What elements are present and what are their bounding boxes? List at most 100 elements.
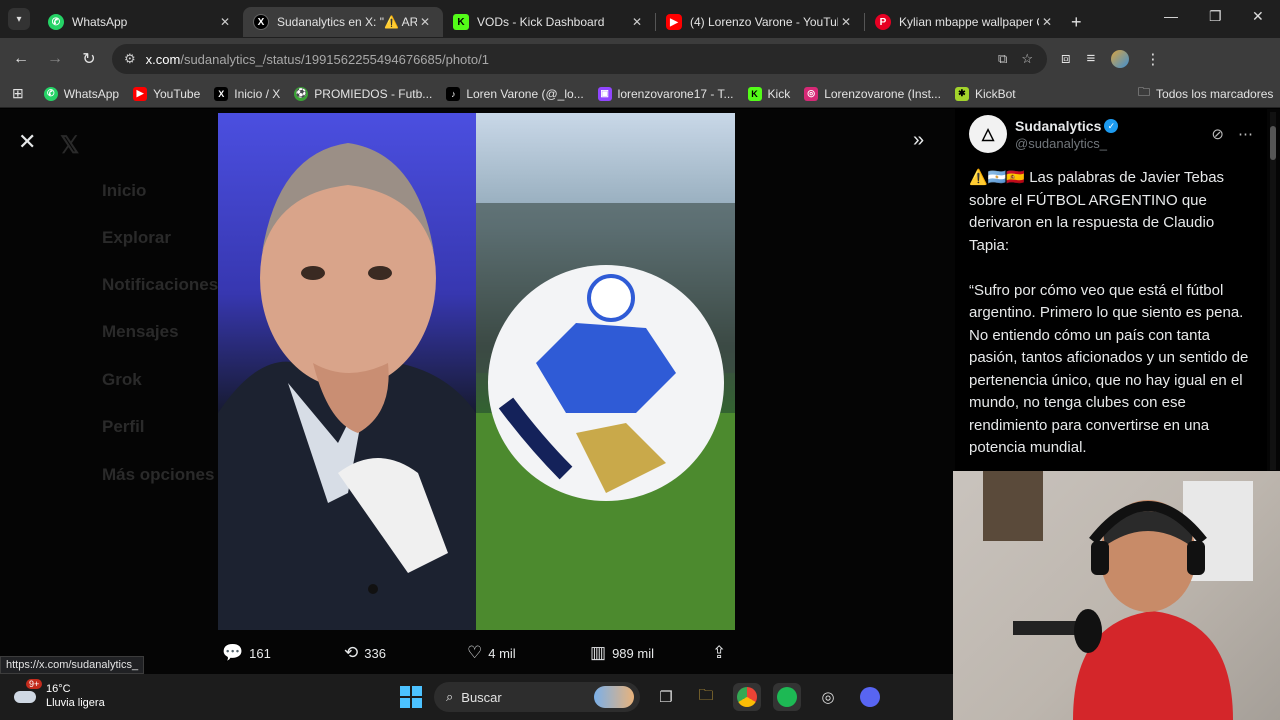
close-window-icon[interactable]: ✕ <box>1252 8 1264 25</box>
bg-nav-explore: Explorar <box>102 228 171 247</box>
whatsapp-icon: ✆ <box>43 86 58 101</box>
install-app-icon[interactable]: ⧉ <box>998 51 1007 67</box>
close-photo-icon[interactable]: ✕ <box>18 129 36 155</box>
repost-button[interactable]: ⟲ 336 <box>344 643 386 663</box>
x-logo-icon: 𝕏 <box>60 132 80 159</box>
taskbar-search[interactable]: ⌕ Buscar <box>434 682 640 712</box>
menu-kebab-icon[interactable]: ⋮ <box>1145 50 1160 68</box>
more-options-icon[interactable]: ⋯ <box>1238 125 1253 143</box>
youtube-icon: ▶ <box>666 14 682 30</box>
bookmark-youtube[interactable]: ▶ YouTube <box>133 86 201 101</box>
obs-icon[interactable]: ◎ <box>814 683 842 711</box>
bookmark-label: PROMIEDOS - Futb... <box>314 86 433 101</box>
bookmark-whatsapp[interactable]: ✆ WhatsApp <box>43 86 119 101</box>
address-bar[interactable]: ⚙ x.com/sudanalytics_/status/19915622554… <box>112 44 1047 74</box>
like-count: 4 mil <box>488 645 516 661</box>
tab-pinterest[interactable]: P Kylian mbappe wallpaper Q ✕ <box>865 7 1065 37</box>
bg-nav-profile: Perfil <box>102 417 145 436</box>
scrollbar-thumb[interactable] <box>1270 126 1276 160</box>
taskbar: 9+ 16°C Lluvia ligera ⌕ Buscar ❐ 🗀 ◎ <box>0 674 953 720</box>
tweet-photo[interactable] <box>218 113 735 630</box>
weather-widget[interactable]: 9+ 16°C Lluvia ligera <box>14 679 105 710</box>
bookmark-twitch[interactable]: ▣ lorenzovarone17 - T... <box>597 86 734 101</box>
close-tab-icon[interactable]: ✕ <box>629 15 645 29</box>
apps-grid-icon[interactable]: ⊞ <box>12 85 24 102</box>
task-view-icon[interactable]: ❐ <box>652 683 680 711</box>
tiktok-icon: ♪ <box>446 86 461 101</box>
bookmark-label: YouTube <box>153 86 201 101</box>
weather-badge: 9+ <box>26 679 43 689</box>
photo-person-half <box>218 113 476 630</box>
spotify-icon[interactable] <box>773 683 801 711</box>
weather-desc: Lluvia ligera <box>46 697 105 709</box>
bg-nav-notifications: Notificaciones <box>102 275 219 294</box>
all-bookmarks-button[interactable]: 🗀 Todos los marcadores <box>1138 83 1273 104</box>
bookmark-instagram[interactable]: ◎ Lorenzovarone (Inst... <box>804 86 941 101</box>
instagram-icon: ◎ <box>804 86 819 101</box>
twitch-icon: ▣ <box>597 86 612 101</box>
minimize-icon[interactable]: — <box>1164 8 1178 24</box>
tab-search-button[interactable]: ▾ <box>8 8 30 30</box>
tab-whatsapp[interactable]: ✆ WhatsApp ✕ <box>38 7 243 37</box>
reload-icon[interactable]: ↻ <box>72 49 106 69</box>
windows-start-icon[interactable] <box>400 686 422 708</box>
x-icon: X <box>214 86 229 101</box>
extensions-icon[interactable]: ⧈ <box>1061 50 1071 68</box>
bg-nav-more: Más opciones <box>102 465 215 484</box>
tab-kick-dashboard[interactable]: K VODs - Kick Dashboard ✕ <box>443 7 655 37</box>
share-button[interactable]: ⇪ <box>712 643 732 663</box>
like-button[interactable]: ♡ 4 mil <box>467 643 516 663</box>
browser-toolbar: ← → ↻ ⚙ x.com/sudanalytics_/status/19915… <box>0 38 1280 80</box>
bookmark-tiktok[interactable]: ♪ Loren Varone (@_lo... <box>446 86 584 101</box>
close-tab-icon[interactable]: ✕ <box>417 15 433 29</box>
person-illustration <box>218 143 476 630</box>
avatar[interactable]: △ <box>969 115 1007 153</box>
media-controls-icon[interactable]: ≡ <box>1087 50 1096 68</box>
verified-badge-icon: ✓ <box>1104 119 1119 134</box>
all-bookmarks-label: Todos los marcadores <box>1156 86 1274 101</box>
repost-count: 336 <box>364 645 386 661</box>
bookmark-label: KickBot <box>974 86 1016 101</box>
webcam-overlay <box>953 471 1280 720</box>
profile-avatar-icon[interactable] <box>1111 50 1130 68</box>
discord-icon[interactable] <box>856 683 884 711</box>
bg-nav-home: Inicio <box>102 181 147 200</box>
reply-button[interactable]: 💬 161 <box>222 643 271 663</box>
bookmark-label: Inicio / X <box>234 86 281 101</box>
chrome-icon[interactable] <box>733 683 761 711</box>
bookmark-kick[interactable]: K Kick <box>747 86 790 101</box>
bookmark-label: lorenzovarone17 - T... <box>617 86 734 101</box>
soccer-ball-illustration <box>476 203 735 630</box>
tweet-panel: △ Sudanalytics ✓ @sudanalytics_ ⊘ ⋯ ⚠️🇦🇷🇪… <box>955 109 1267 471</box>
forward-icon[interactable]: → <box>38 50 72 68</box>
tab-title: Sudanalytics en X: "⚠️ ARES L <box>277 15 417 29</box>
tab-title: WhatsApp <box>72 15 128 29</box>
link-hover-status: https://x.com/sudanalytics_ <box>0 656 145 674</box>
bookmark-kickbot[interactable]: ✱ KickBot <box>954 86 1016 101</box>
search-placeholder: Buscar <box>461 689 502 705</box>
author-handle[interactable]: @sudanalytics_ <box>1015 136 1118 151</box>
tweet-scrollbar[interactable] <box>1270 112 1276 470</box>
views-button[interactable]: ▥ 989 mil <box>590 643 654 663</box>
expand-panel-icon[interactable]: » <box>913 129 924 152</box>
close-tab-icon[interactable]: ✕ <box>1039 15 1055 29</box>
grok-icon[interactable]: ⊘ <box>1211 125 1224 143</box>
author-name[interactable]: Sudanalytics <box>1015 118 1101 134</box>
tab-youtube[interactable]: ▶ (4) Lorenzo Varone - YouTub ✕ <box>656 7 864 37</box>
back-icon[interactable]: ← <box>4 50 38 68</box>
bookmark-star-icon[interactable]: ☆ <box>1021 51 1033 67</box>
views-chart-icon: ▥ <box>590 643 607 662</box>
site-info-icon[interactable]: ⚙ <box>124 51 136 67</box>
close-tab-icon[interactable]: ✕ <box>217 15 233 29</box>
repost-icon: ⟲ <box>344 643 359 662</box>
close-tab-icon[interactable]: ✕ <box>838 15 854 29</box>
restore-icon[interactable]: ❐ <box>1209 8 1222 25</box>
new-tab-button[interactable]: + <box>1065 7 1095 37</box>
share-icon: ⇪ <box>712 643 727 662</box>
weather-rain-icon: 9+ <box>14 679 43 709</box>
file-explorer-icon[interactable]: 🗀 <box>692 683 720 711</box>
bookmark-x[interactable]: X Inicio / X <box>214 86 281 101</box>
bookmarks-bar: ⊞ ✆ WhatsApp ▶ YouTube X Inicio / X ⚽ PROMIE… <box>0 80 1280 108</box>
bookmark-promiedos[interactable]: ⚽ PROMIEDOS - Futb... <box>294 86 433 101</box>
tab-sudanalytics[interactable]: X Sudanalytics en X: "⚠️ ARES L ✕ <box>243 7 443 37</box>
